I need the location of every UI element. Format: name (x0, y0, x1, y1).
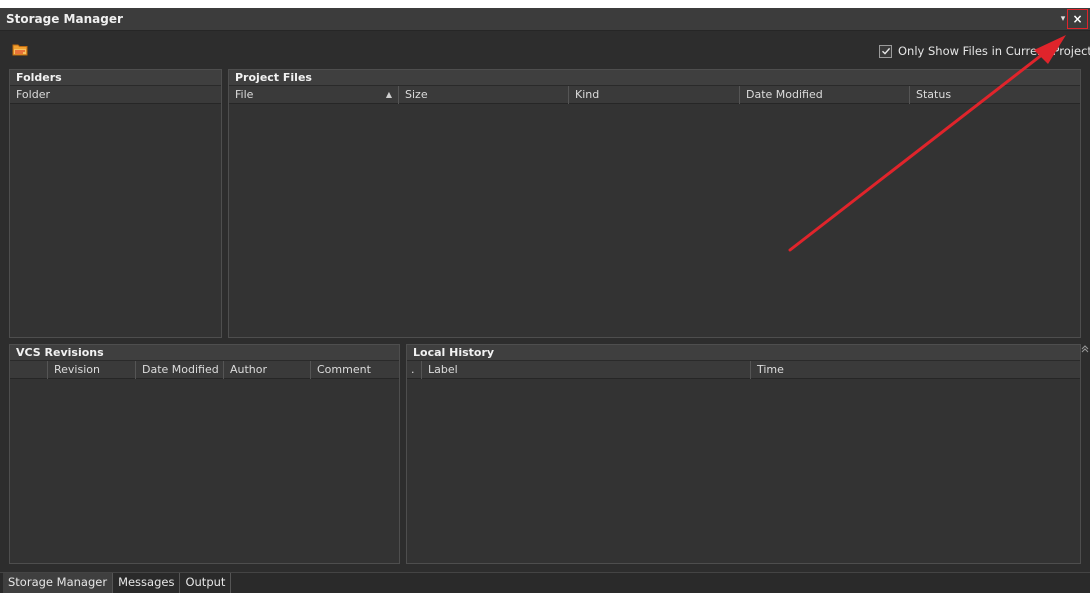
column-label[interactable]: Label (422, 361, 751, 379)
vcs-revisions-list[interactable] (10, 381, 399, 563)
column-vcs-date-modified[interactable]: Date Modified (136, 361, 224, 379)
sort-ascending-icon: ▲ (385, 90, 392, 99)
tab-messages[interactable]: Messages (113, 573, 181, 593)
folders-panel: Folders Folder (9, 69, 222, 338)
project-files-panel: Project Files File ▲ Size Kind Date Modi… (228, 69, 1081, 338)
column-comment[interactable]: Comment (311, 361, 399, 379)
vcs-revisions-panel: VCS Revisions Revision Date Modified Aut… (9, 344, 400, 564)
project-files-list[interactable] (229, 106, 1080, 337)
column-date-modified[interactable]: Date Modified (740, 86, 910, 104)
toolbar: Only Show Files in Current Project (0, 32, 1090, 64)
local-history-panel: Local History . Label Time (406, 344, 1081, 564)
folder-icon[interactable] (12, 42, 29, 57)
folders-column-header: Folder (10, 86, 221, 104)
project-files-panel-title: Project Files (229, 70, 1080, 86)
close-button[interactable]: × (1067, 9, 1088, 29)
column-size[interactable]: Size (399, 86, 569, 104)
column-status[interactable]: Status (910, 86, 1080, 104)
column-kind[interactable]: Kind (569, 86, 740, 104)
column-revision[interactable]: Revision (48, 361, 136, 379)
project-files-column-header: File ▲ Size Kind Date Modified Status (229, 86, 1080, 104)
collapse-up-icon[interactable] (1080, 344, 1090, 354)
bottom-tab-bar: Storage Manager Messages Output (0, 572, 1090, 593)
only-show-current-project-checkbox[interactable]: Only Show Files in Current Project (879, 43, 1090, 59)
column-folder[interactable]: Folder (10, 86, 221, 104)
column-vcs-marker[interactable] (10, 361, 48, 379)
window-title: Storage Manager (6, 12, 123, 26)
column-file[interactable]: File ▲ (229, 86, 399, 104)
storage-manager-window: Storage Manager ▾ × Only Show Files in C… (0, 8, 1090, 593)
column-time[interactable]: Time (751, 361, 1080, 379)
column-file-label: File (235, 88, 254, 101)
checkmark-icon (881, 47, 890, 55)
vcs-revisions-panel-title: VCS Revisions (10, 345, 399, 361)
column-history-marker[interactable]: . (407, 361, 422, 379)
history-column-header: . Label Time (407, 361, 1080, 379)
column-author[interactable]: Author (224, 361, 311, 379)
tab-storage-manager[interactable]: Storage Manager (3, 573, 114, 593)
folders-list[interactable] (10, 106, 221, 337)
title-bar: Storage Manager ▾ × (0, 8, 1090, 31)
vcs-column-header: Revision Date Modified Author Comment (10, 361, 399, 379)
checkbox-box[interactable] (879, 44, 892, 58)
tab-output[interactable]: Output (180, 573, 232, 593)
local-history-panel-title: Local History (407, 345, 1080, 361)
folders-panel-title: Folders (10, 70, 221, 86)
only-show-current-project-label: Only Show Files in Current Project (898, 44, 1090, 58)
local-history-list[interactable] (407, 381, 1080, 563)
